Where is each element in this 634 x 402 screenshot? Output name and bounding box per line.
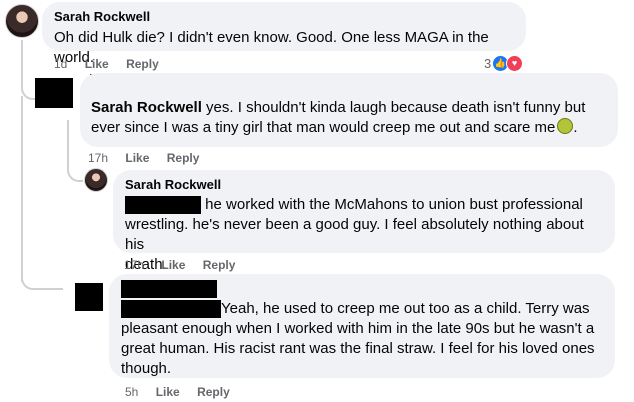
heart-icon: ♥ <box>506 55 523 72</box>
nauseated-face-icon <box>557 118 574 134</box>
reply-button[interactable]: Reply <box>197 385 230 399</box>
comment-text: Sarah Rockwell yes. I shouldn't kinda la… <box>91 99 586 136</box>
redacted-name <box>125 196 201 215</box>
redacted-name <box>121 280 217 298</box>
avatar[interactable] <box>75 283 103 311</box>
avatar[interactable] <box>5 4 39 38</box>
reply-button[interactable]: Reply <box>167 151 200 165</box>
comment-bubble: Sarah Rockwell he worked with the McMaho… <box>113 170 615 273</box>
reaction-count[interactable]: 3 <box>484 56 491 71</box>
avatar[interactable] <box>84 168 108 192</box>
thread-line <box>21 96 23 282</box>
like-button[interactable]: Like <box>85 57 109 71</box>
reply-button[interactable]: Reply <box>203 258 236 272</box>
comment-time[interactable]: 5h <box>125 385 138 399</box>
comment-author[interactable]: Sarah Rockwell <box>54 8 514 25</box>
comment-author[interactable]: Sarah Rockwell <box>125 176 603 193</box>
comment-actions: 17h Like Reply <box>124 258 249 272</box>
comment-time[interactable]: 1d <box>54 57 67 71</box>
comment-bubble: Sarah Rockwell Oh did Hulk die? I didn't… <box>42 2 526 66</box>
like-button[interactable]: Like <box>156 385 180 399</box>
redacted-name <box>121 300 221 319</box>
comment-bubble: Yeah, he used to creep me out too as a c… <box>109 274 615 378</box>
like-button[interactable]: Like <box>125 151 149 165</box>
comment-time[interactable]: 17h <box>124 258 144 272</box>
comment-actions: 1d Like Reply <box>54 57 173 71</box>
avatar[interactable] <box>35 78 73 108</box>
thread-line <box>21 270 63 290</box>
comment-text: Yeah, he used to creep me out too as a c… <box>121 300 595 377</box>
reply-button[interactable]: Reply <box>126 57 159 71</box>
comment-author[interactable]: Sarah Rockwell <box>91 99 202 116</box>
like-button[interactable]: Like <box>161 258 185 272</box>
comment-bubble: Sarah Rockwell yes. I shouldn't kinda la… <box>80 73 618 147</box>
comment-actions: 17h Like Reply <box>88 151 213 165</box>
comment-time[interactable]: 17h <box>88 151 108 165</box>
comment-actions: 5h Like Reply <box>125 385 244 399</box>
